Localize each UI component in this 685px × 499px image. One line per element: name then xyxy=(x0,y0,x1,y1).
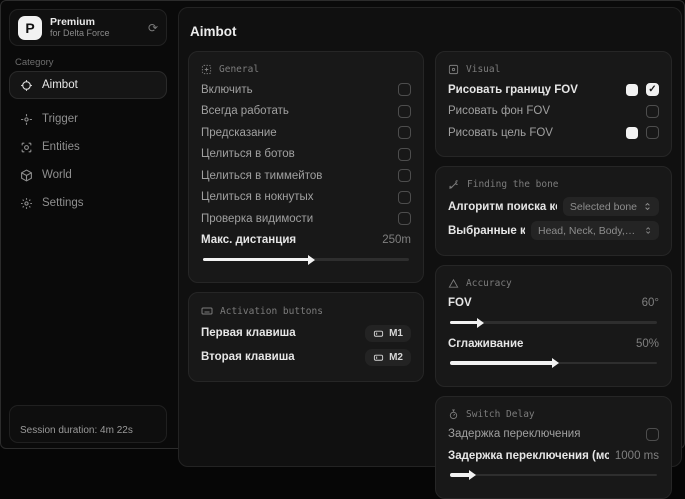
slider-value: 50% xyxy=(636,338,659,350)
slider-value: 250m xyxy=(382,234,411,246)
sidebar-item-world[interactable]: World xyxy=(9,161,167,189)
option-label: Рисовать цель FOV xyxy=(448,127,553,139)
keybind-button-m2[interactable]: M2 xyxy=(365,349,411,366)
draw-fov-background-checkbox[interactable] xyxy=(646,105,659,118)
license-subtitle: for Delta Force xyxy=(50,28,140,38)
triangle-icon xyxy=(448,278,459,289)
option-label: Проверка видимости xyxy=(201,213,313,225)
option-label: Рисовать границу FOV xyxy=(448,84,578,96)
switch-delay-checkbox[interactable] xyxy=(646,428,659,441)
option-label: Предсказание xyxy=(201,127,277,139)
license-card: P Premium for Delta Force ⟳ xyxy=(9,9,167,46)
fov-border-color-swatch[interactable] xyxy=(626,84,638,96)
crosshair-icon xyxy=(20,79,33,92)
activation-header: Activation buttons xyxy=(201,305,411,317)
switch-delay-card: Switch Delay Задержка переключения Задер… xyxy=(435,396,672,499)
enable-checkbox[interactable] xyxy=(398,83,411,96)
general-icon xyxy=(201,64,212,75)
chevron-updown-icon xyxy=(643,202,652,211)
slider-value: 60° xyxy=(642,297,659,309)
app-window: P Premium for Delta Force ⟳ Category Aim… xyxy=(0,0,685,449)
slider-label: Задержка переключения (мс) xyxy=(448,450,609,462)
target-knocked-checkbox[interactable] xyxy=(398,191,411,204)
slider-label: FOV xyxy=(448,297,472,309)
slider-label: Макс. дистанция xyxy=(201,234,296,246)
accuracy-card: Accuracy FOV 60° Сглаживание 50% xyxy=(435,265,672,387)
slider-label: Сглаживание xyxy=(448,338,523,350)
refresh-icon[interactable]: ⟳ xyxy=(148,21,158,35)
selected-bones-select[interactable]: Head, Neck, Body, Pe.. xyxy=(531,221,659,240)
draw-fov-border-checkbox[interactable]: ✓ xyxy=(646,83,659,96)
smoothing-slider[interactable] xyxy=(450,358,657,368)
trigger-icon xyxy=(20,113,33,126)
target-teammates-checkbox[interactable] xyxy=(398,169,411,182)
visual-header: Visual xyxy=(448,64,659,75)
bone-header: Finding the bone xyxy=(448,179,659,191)
session-duration: Session duration: 4m 22s xyxy=(9,405,167,443)
max-distance-slider[interactable] xyxy=(203,254,409,264)
dropdown-label: Выбранные кос xyxy=(448,225,525,237)
fov-slider[interactable] xyxy=(450,317,657,327)
bone-card: Finding the bone Алгоритм поиска кост Se… xyxy=(435,166,672,256)
option-label: Рисовать фон FOV xyxy=(448,105,550,117)
option-label: Целиться в нокнутых xyxy=(201,191,314,203)
sidebar-item-label: Entities xyxy=(42,141,80,153)
draw-fov-target-checkbox[interactable] xyxy=(646,126,659,139)
always-work-checkbox[interactable] xyxy=(398,105,411,118)
visual-card: Visual Рисовать границу FOV ✓ Рисовать ф… xyxy=(435,51,672,157)
switch-delay-header: Switch Delay xyxy=(448,409,659,420)
main-panel: Aimbot General Включить Всегда работать … xyxy=(178,7,682,467)
keybind-button-m1[interactable]: M1 xyxy=(365,325,411,342)
keybind-label: Первая клавиша xyxy=(201,327,296,339)
entities-icon xyxy=(20,141,33,154)
dropdown-label: Алгоритм поиска кост xyxy=(448,201,557,213)
option-label: Задержка переключения xyxy=(448,428,580,440)
sidebar-item-settings[interactable]: Settings xyxy=(9,189,167,217)
sidebar-nav: Aimbot Trigger Entities xyxy=(9,71,167,217)
sidebar-item-label: World xyxy=(42,169,72,181)
keyboard-icon xyxy=(201,305,213,317)
activation-card: Activation buttons Первая клавиша M1 Вто… xyxy=(188,292,424,382)
general-card: General Включить Всегда работать Предска… xyxy=(188,51,424,283)
accuracy-header: Accuracy xyxy=(448,278,659,289)
fov-frame-icon xyxy=(448,64,459,75)
sidebar-item-entities[interactable]: Entities xyxy=(9,133,167,161)
sidebar-item-trigger[interactable]: Trigger xyxy=(9,105,167,133)
settings-icon xyxy=(20,197,33,210)
sidebar-item-label: Settings xyxy=(42,197,84,209)
stopwatch-icon xyxy=(448,409,459,420)
target-bots-checkbox[interactable] xyxy=(398,148,411,161)
bone-icon xyxy=(448,179,460,191)
world-icon xyxy=(20,169,33,182)
switch-delay-slider[interactable] xyxy=(450,470,657,480)
visibility-check-checkbox[interactable] xyxy=(398,212,411,225)
license-title: Premium xyxy=(50,16,140,28)
page-title: Aimbot xyxy=(190,24,672,39)
option-label: Всегда работать xyxy=(201,105,289,117)
sidebar-item-aimbot[interactable]: Aimbot xyxy=(9,71,167,99)
keybind-label: Вторая клавиша xyxy=(201,351,295,363)
fov-target-color-swatch[interactable] xyxy=(626,127,638,139)
slider-value: 1000 ms xyxy=(615,450,659,462)
option-label: Целиться в тиммейтов xyxy=(201,170,322,182)
sidebar-item-label: Aimbot xyxy=(42,79,78,91)
sidebar: P Premium for Delta Force ⟳ Category Aim… xyxy=(1,1,175,448)
bone-algorithm-select[interactable]: Selected bone xyxy=(563,197,659,216)
option-label: Включить xyxy=(201,84,253,96)
option-label: Целиться в ботов xyxy=(201,148,295,160)
sidebar-item-label: Trigger xyxy=(42,113,78,125)
prediction-checkbox[interactable] xyxy=(398,126,411,139)
app-logo: P xyxy=(18,16,42,40)
mouse-icon xyxy=(373,328,384,339)
general-header: General xyxy=(201,64,411,75)
mouse-icon xyxy=(373,352,384,363)
category-label: Category xyxy=(15,57,54,68)
chevron-updown-icon xyxy=(644,226,652,235)
